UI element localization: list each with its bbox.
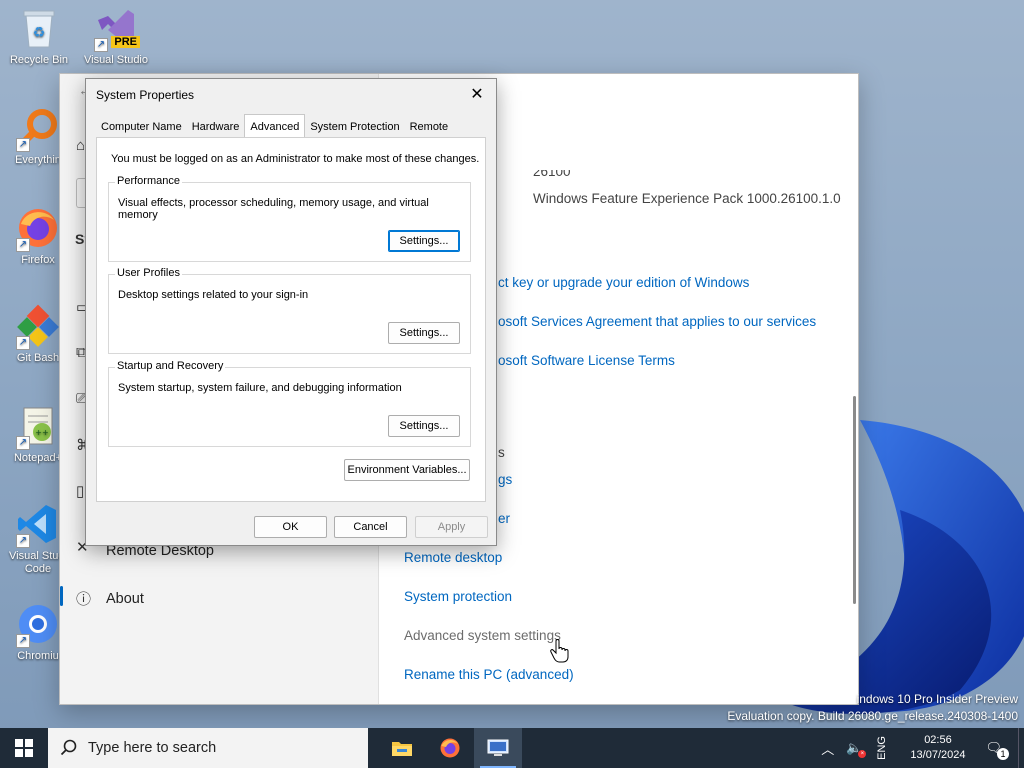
visual-studio-icon: PRE ↗ bbox=[94, 6, 140, 52]
shortcut-arrow-icon: ↗ bbox=[16, 634, 30, 648]
desktop-icon-label: Recycle Bin bbox=[9, 54, 69, 66]
desktop-icon-label: Visual Studio bbox=[83, 54, 148, 66]
desktop-icon-recycle-bin[interactable]: ♻ Recycle Bin bbox=[1, 6, 77, 67]
license-terms-link[interactable]: osoft Software License Terms bbox=[498, 353, 675, 368]
dialog-title: System Properties bbox=[96, 88, 195, 102]
preview-badge: PRE bbox=[111, 36, 140, 48]
tab-advanced[interactable]: Advanced bbox=[244, 114, 306, 138]
remote-desktop-link[interactable]: Remote desktop bbox=[404, 550, 502, 565]
system-protection-link[interactable]: System protection bbox=[404, 589, 512, 604]
group-title: User Profiles bbox=[115, 267, 182, 279]
show-hidden-icons-chevron-icon[interactable]: ︿ bbox=[821, 739, 834, 758]
nav-item-about[interactable]: About bbox=[106, 591, 144, 607]
performance-settings-button[interactable]: Settings... bbox=[388, 230, 460, 252]
watermark-line-2: Evaluation copy. Build 26080.ge_release.… bbox=[727, 709, 1018, 723]
shortcut-arrow-icon: ↗ bbox=[16, 436, 30, 450]
startup-recovery-group: Startup and Recovery System startup, sys… bbox=[108, 360, 471, 447]
taskbar-system-properties[interactable] bbox=[474, 728, 522, 768]
user-profiles-settings-button[interactable]: Settings... bbox=[388, 322, 460, 344]
desktop-icon-visual-studio[interactable]: PRE ↗ Visual Studio bbox=[78, 6, 154, 67]
vscode-icon: ↗ bbox=[16, 502, 60, 548]
shortcut-arrow-icon: ↗ bbox=[94, 38, 108, 52]
taskbar-file-explorer[interactable] bbox=[378, 728, 426, 768]
git-bash-icon: ↗ bbox=[16, 304, 60, 350]
group-title: Startup and Recovery bbox=[115, 360, 226, 372]
svg-text:++: ++ bbox=[35, 428, 48, 437]
notifications-icon[interactable]: 🗨 1 bbox=[985, 740, 1009, 760]
show-desktop-button[interactable] bbox=[1018, 728, 1024, 768]
apply-button[interactable]: Apply bbox=[415, 516, 488, 538]
partial-link-1[interactable]: gs bbox=[498, 472, 512, 487]
shortcut-arrow-icon: ↗ bbox=[16, 138, 30, 152]
scrollbar[interactable] bbox=[853, 396, 856, 604]
notepad-plus-plus-icon: ++ ↗ bbox=[16, 404, 60, 450]
group-description: System startup, system failure, and debu… bbox=[118, 382, 402, 394]
cancel-button[interactable]: Cancel bbox=[334, 516, 407, 538]
everything-search-icon: ↗ bbox=[16, 106, 60, 152]
firefox-icon: ↗ bbox=[16, 206, 60, 252]
about-icon[interactable]: ⓘ bbox=[76, 588, 91, 609]
tab-hardware[interactable]: Hardware bbox=[187, 117, 245, 139]
services-agreement-link[interactable]: osoft Services Agreement that applies to… bbox=[498, 314, 816, 329]
system-properties-dialog: System Properties ✕ Computer Name Hardwa… bbox=[85, 78, 497, 546]
dialog-tabs: Computer Name Hardware Advanced System P… bbox=[96, 114, 454, 139]
firefox-icon bbox=[440, 738, 460, 758]
user-profiles-group: User Profiles Desktop settings related t… bbox=[108, 267, 471, 354]
mouse-cursor-icon bbox=[550, 639, 569, 663]
taskbar-firefox[interactable] bbox=[426, 728, 474, 768]
home-icon[interactable]: ⌂ bbox=[76, 137, 85, 154]
partial-version-text: 26100 bbox=[533, 164, 571, 176]
start-button[interactable] bbox=[0, 728, 48, 768]
windows-logo-icon bbox=[15, 739, 33, 757]
startup-recovery-settings-button[interactable]: Settings... bbox=[388, 415, 460, 437]
clipboard-icon[interactable]: ▯ bbox=[76, 482, 84, 500]
advanced-tab-panel: You must be logged on as an Administrato… bbox=[96, 137, 486, 502]
recycle-bin-icon: ♻ bbox=[17, 6, 61, 50]
notification-badge: 1 bbox=[997, 748, 1009, 760]
dialog-close-button[interactable]: ✕ bbox=[466, 84, 488, 106]
search-placeholder: Type here to search bbox=[88, 740, 217, 756]
system-properties-icon bbox=[487, 739, 509, 756]
file-explorer-icon bbox=[392, 742, 412, 756]
chromium-icon: ↗ bbox=[16, 602, 60, 648]
advanced-system-settings-link[interactable]: Advanced system settings bbox=[404, 628, 561, 643]
partial-link-2[interactable]: er bbox=[498, 511, 510, 526]
upgrade-edition-link[interactable]: ct key or upgrade your edition of Window… bbox=[498, 275, 749, 290]
group-description: Desktop settings related to your sign-in bbox=[118, 289, 309, 301]
rename-pc-link[interactable]: Rename this PC (advanced) bbox=[404, 667, 574, 682]
environment-variables-button[interactable]: Environment Variables... bbox=[344, 459, 470, 481]
tab-computer-name[interactable]: Computer Name bbox=[96, 117, 187, 139]
shortcut-arrow-icon: ↗ bbox=[16, 336, 30, 350]
system-tray: ︿ 🔈 × ENG 02:56 13/07/2024 🗨 1 bbox=[815, 728, 1024, 768]
shortcut-arrow-icon: ↗ bbox=[16, 238, 30, 252]
volume-muted-icon[interactable]: 🔈 × bbox=[846, 740, 867, 758]
nav-selected-indicator bbox=[60, 586, 63, 606]
clock[interactable]: 02:56 13/07/2024 bbox=[910, 733, 965, 763]
clock-time: 02:56 bbox=[924, 734, 952, 746]
related-header-fragment: s bbox=[498, 445, 505, 460]
group-description: Visual effects, processor scheduling, me… bbox=[118, 197, 429, 221]
shortcut-arrow-icon: ↗ bbox=[16, 534, 30, 548]
language-indicator[interactable]: ENG bbox=[876, 736, 888, 760]
tab-system-protection[interactable]: System Protection bbox=[305, 117, 404, 139]
search-icon bbox=[60, 739, 77, 756]
taskbar: Type here to search ︿ 🔈 × ENG 02:56 13/07… bbox=[0, 728, 1024, 768]
watermark-line-1: indows 10 Pro Insider Preview bbox=[856, 692, 1018, 706]
tab-remote[interactable]: Remote bbox=[405, 117, 454, 139]
performance-group: Performance Visual effects, processor sc… bbox=[108, 175, 471, 262]
admin-note: You must be logged on as an Administrato… bbox=[111, 153, 480, 165]
svg-text:♻: ♻ bbox=[33, 25, 46, 41]
clock-date: 13/07/2024 bbox=[910, 749, 966, 761]
ok-button[interactable]: OK bbox=[254, 516, 327, 538]
feature-pack-text: Windows Feature Experience Pack 1000.261… bbox=[533, 191, 841, 206]
taskbar-search-box[interactable]: Type here to search bbox=[48, 728, 368, 768]
group-title: Performance bbox=[115, 175, 182, 187]
